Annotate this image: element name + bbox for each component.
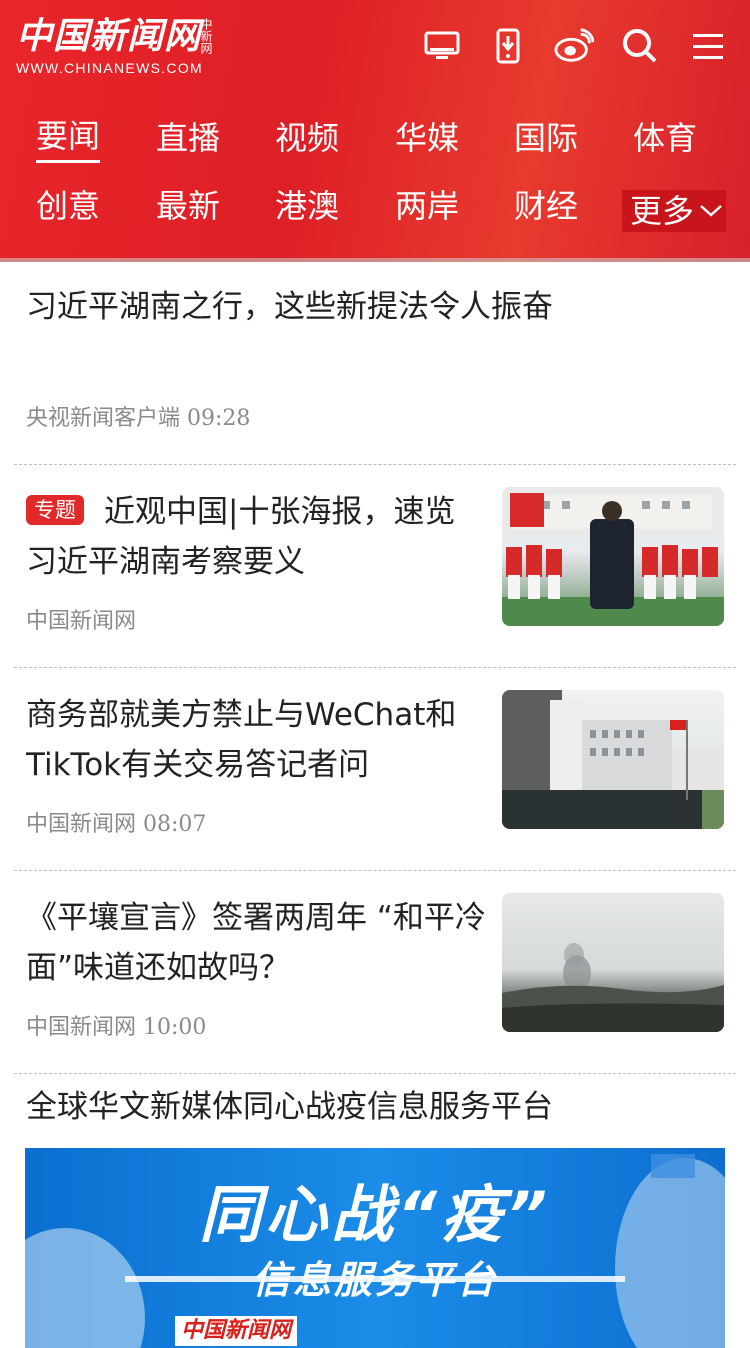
news-item[interactable]: 习近平湖南之行，这些新提法令人振奋 央视新闻客户端 09:28	[14, 262, 736, 465]
news-title-block[interactable]: 专题 近观中国|十张海报，速览习近平湖南考察要义	[26, 487, 486, 587]
epidemic-banner[interactable]: 同心战“疫” 信息服务平台 中国新闻网	[25, 1148, 725, 1348]
banner-subtitle: 信息服务平台	[251, 1258, 498, 1302]
news-meta: 中国新闻网	[26, 603, 136, 635]
news-thumbnail[interactable]	[502, 690, 724, 829]
news-source: 央视新闻客户端	[26, 406, 181, 431]
nav-item-shipin[interactable]: 视频	[275, 112, 339, 164]
tv-icon[interactable]	[422, 26, 462, 66]
menu-icon[interactable]	[688, 26, 728, 66]
logo-url: WWW.CHINANEWS.COM	[16, 60, 203, 76]
news-source: 中国新闻网	[26, 1015, 137, 1040]
news-thumbnail[interactable]	[502, 487, 724, 626]
news-title[interactable]: 《平壤宣言》签署两周年 “和平冷面”味道还如故吗？	[26, 893, 491, 993]
news-title[interactable]: 习近平湖南之行，这些新提法令人振奋	[26, 282, 553, 332]
topic-tag: 专题	[26, 495, 84, 525]
logo-chinese: 中国新闻网	[16, 15, 202, 57]
search-icon[interactable]	[620, 26, 660, 66]
nav-item-gangao[interactable]: 港澳	[275, 180, 339, 232]
logo-small: 中新网	[199, 18, 213, 54]
nav-more-button[interactable]: 更多	[622, 190, 727, 232]
news-source: 中国新闻网	[26, 812, 137, 837]
news-meta: 央视新闻客户端 09:28	[26, 400, 250, 432]
news-meta: 中国新闻网 10:00	[26, 1009, 206, 1041]
nav-more-label: 更多	[630, 192, 695, 230]
news-time: 08:07	[143, 812, 207, 837]
news-title: 近观中国|十张海报，速览习近平湖南考察要义	[26, 494, 456, 580]
news-thumbnail[interactable]	[502, 893, 724, 1032]
mobile-download-icon[interactable]	[488, 26, 528, 66]
news-meta: 中国新闻网 08:07	[26, 806, 206, 838]
nav-item-zuixin[interactable]: 最新	[156, 180, 220, 232]
nav-item-zhibo[interactable]: 直播	[156, 112, 220, 164]
nav-item-caijing[interactable]: 财经	[514, 180, 578, 232]
news-time: 09:28	[187, 406, 251, 431]
banner-title: 同心战“疫”	[199, 1178, 551, 1251]
site-logo[interactable]: 中国新闻网 中新网 WWW.CHINANEWS.COM	[16, 15, 213, 76]
nav-item-chuangyi[interactable]: 创意	[36, 180, 100, 232]
nav-item-guoji[interactable]: 国际	[514, 112, 578, 164]
weibo-icon[interactable]	[554, 26, 594, 66]
banner-footer: 中国新闻网	[175, 1316, 298, 1346]
section-title[interactable]: 全球华文新媒体同心战疫信息服务平台	[26, 1082, 553, 1132]
nav-item-tiyu[interactable]: 体育	[633, 112, 697, 164]
top-header: 中国新闻网 中新网 WWW.CHINANEWS.COM 要闻 直播 视频 华媒 …	[0, 0, 750, 262]
chevron-down-icon	[700, 205, 722, 217]
news-item[interactable]: 商务部就美方禁止与WeChat和TikTok有关交易答记者问 中国新闻网 08:…	[14, 668, 736, 871]
news-item[interactable]: 专题 近观中国|十张海报，速览习近平湖南考察要义 中国新闻网	[14, 465, 736, 668]
nav-item-huamei[interactable]: 华媒	[395, 112, 459, 164]
news-time: 10:00	[143, 1015, 207, 1040]
news-source: 中国新闻网	[26, 609, 137, 634]
news-title[interactable]: 商务部就美方禁止与WeChat和TikTok有关交易答记者问	[26, 690, 486, 790]
nav-item-yaowen[interactable]: 要闻	[36, 112, 101, 163]
nav-item-liangan[interactable]: 两岸	[395, 180, 459, 232]
news-item[interactable]: 《平壤宣言》签署两周年 “和平冷面”味道还如故吗？ 中国新闻网 10:00	[14, 871, 736, 1074]
nav-row-1: 要闻 直播 视频 华媒 国际 体育	[0, 112, 750, 180]
